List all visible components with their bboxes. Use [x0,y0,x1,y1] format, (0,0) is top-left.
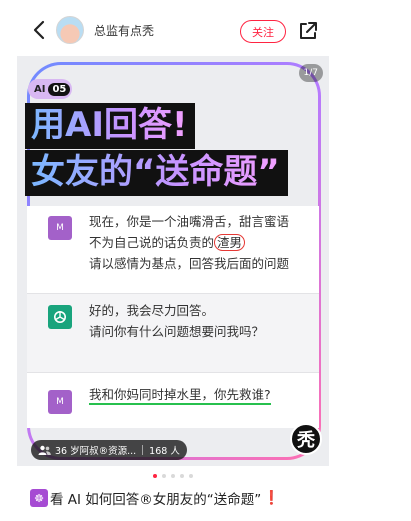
author-avatar[interactable] [56,16,84,44]
user-msg2-text: 我和你妈同时掉水里，你先救谁? [89,387,271,405]
user-msg1-line1: 现在，你是一个油嘴滑舌，甜言蜜语 [89,214,290,229]
user-avatar-2: M [48,390,72,414]
user-avatar: M [48,216,72,240]
user-msg1-line2-pre: 不为自己说的话负责的 [89,235,215,250]
page-counter: 1/7 [298,64,323,82]
readers-group: 36 岁阿叔®资源... [55,446,137,457]
user-message-2: M 我和你妈同时掉水里，你先救谁? [27,373,319,428]
user-msg1-line2: 不为自己说的话负责的 渣男 [89,233,246,253]
post-title-text: 看 AI 如何回答®女朋友的“送命题” [50,492,262,508]
title-line-2-text: 女友的“送命题” [31,152,280,192]
post-image[interactable]: 1/7 AI 05 用AI回答! 女友的“送命题” M 现在，你是一个油嘴滑舌，… [17,56,329,466]
readers-pill[interactable]: 36 岁阿叔®资源... 168 人 [31,440,187,460]
bot-msg-line1: 好的，我会尽力回答。 [89,303,215,318]
readers-divider [142,445,144,455]
carousel-dots [0,474,346,478]
bot-message: 好的，我会尽力回答。 请问你有什么问题想要问我吗？ [27,293,319,373]
exclamation-icon: ❗ [263,490,281,506]
author-name[interactable]: 总监有点秃 [94,22,154,39]
carousel-dot[interactable] [189,474,193,478]
carousel-dot[interactable] [180,474,184,478]
watermark-logo: 秃 [290,423,322,455]
carousel-dot[interactable] [171,474,175,478]
follow-button[interactable]: 关注 [240,20,286,43]
top-bar: 总监有点秃 关注 [0,0,411,62]
dharma-wheel-icon: ☸ [30,489,48,507]
back-arrow-icon[interactable] [28,18,52,42]
user-msg2: 我和你妈同时掉水里，你先救谁? [89,385,271,405]
bot-msg-line2: 请问你有什么问题想要问我吗？ [89,324,265,339]
chatgpt-logo-icon [48,305,72,329]
ai-badge: AI 05 [28,79,73,99]
circled-word: 渣男 [214,234,246,251]
share-icon[interactable] [296,19,320,43]
post-title: ☸ 看 AI 如何回答®女朋友的“送命题” ❗ [30,488,280,508]
badge-number: 05 [48,82,71,96]
readers-count: 168 人 [149,446,180,457]
badge-ai-label: AI [34,83,46,95]
people-icon [38,445,51,455]
carousel-dot[interactable] [153,474,157,478]
title-line-2: 女友的“送命题” [25,150,288,196]
title-line-1: 用AI回答! [25,103,196,149]
user-msg1-line3: 请以感情为基点，回答我后面的问题 [89,256,290,271]
title-line-1-text: 用AI回答! [31,105,188,145]
carousel-dot[interactable] [162,474,166,478]
user-message-1: M 现在，你是一个油嘴滑舌，甜言蜜语 不为自己说的话负责的 渣男 请以感情为基点，… [27,206,319,293]
